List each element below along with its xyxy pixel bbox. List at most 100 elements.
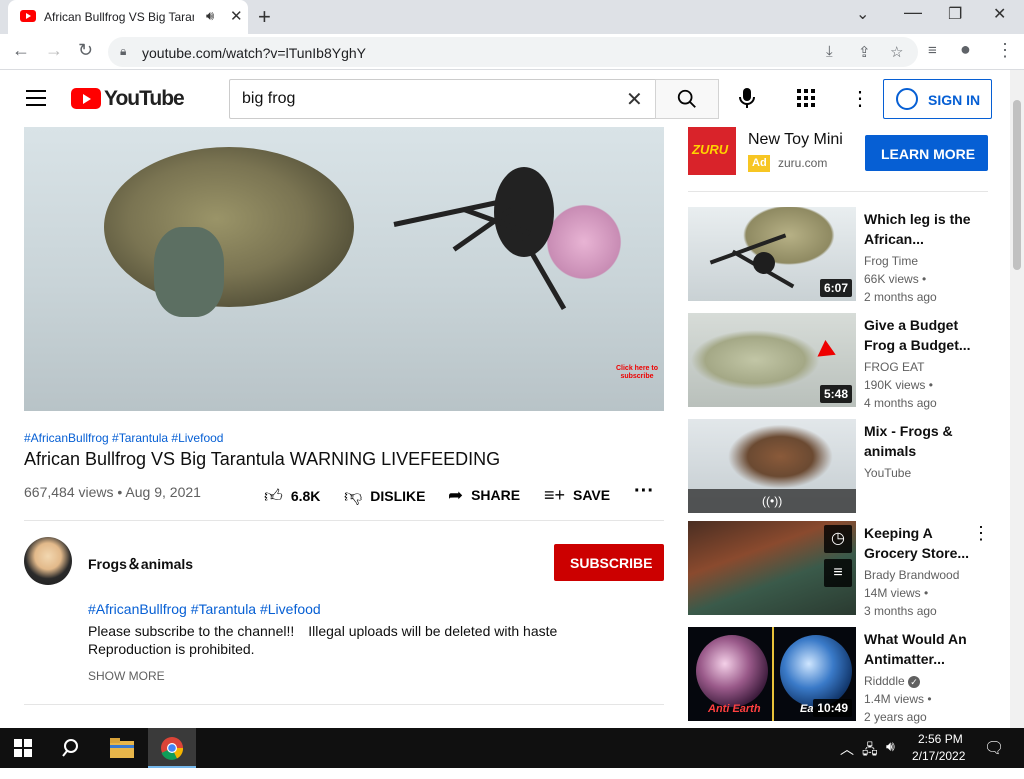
suggestion-item[interactable]: Anti Earth Ea 10:49 What Would An Antima… <box>688 627 998 724</box>
apps-grid-icon[interactable] <box>797 89 815 113</box>
share-button[interactable]: ➦ SHARE <box>448 484 520 505</box>
file-explorer-icon[interactable] <box>110 738 134 778</box>
suggestion-title[interactable]: Give a Budget Frog a Budget... <box>864 315 974 355</box>
suggestion-item[interactable]: ◷ ≡ Keeping A Grocery Store... ⋮ Brady B… <box>688 521 998 618</box>
youtube-play-icon <box>71 88 101 109</box>
clock-time[interactable]: 2:56 PM <box>918 732 963 746</box>
user-circle-icon <box>896 88 918 110</box>
profile-icon[interactable]: ● <box>960 39 971 60</box>
windows-start-icon[interactable] <box>14 739 32 779</box>
divider <box>24 704 664 705</box>
search-button[interactable] <box>655 79 719 119</box>
suggestion-item[interactable]: 5:48 Give a Budget Frog a Budget... FROG… <box>688 313 998 410</box>
live-mix-icon: ((•)) <box>762 494 783 508</box>
channel-name[interactable]: Frogs＆animals <box>88 554 193 574</box>
video-duration: 5:48 <box>819 385 852 403</box>
youtube-logo-text: YouTube <box>104 87 185 110</box>
network-icon[interactable]: 🖧︎ <box>862 739 878 779</box>
scrollbar-thumb[interactable] <box>1013 100 1021 270</box>
watch-later-icon[interactable]: ◷ <box>824 525 852 553</box>
speaker-icon[interactable]: 🔊︎ <box>206 8 214 24</box>
save-label: SAVE <box>573 487 611 503</box>
ad-logo[interactable]: ZURU <box>688 127 736 175</box>
suggestion-thumbnail[interactable]: ◷ ≡ <box>688 521 856 615</box>
ad-title[interactable]: New Toy Mini <box>748 131 843 149</box>
url-text[interactable]: youtube.com/watch?v=lTunIb8YghY <box>142 45 366 61</box>
video-duration: 6:07 <box>819 279 852 297</box>
subscribe-button[interactable]: SUBSCRIBE <box>554 544 664 581</box>
suggestion-item[interactable]: ((•)) Mix - Frogs & animals YouTube <box>688 419 998 515</box>
sign-in-button[interactable]: SIGN IN <box>883 79 992 119</box>
clear-search-icon[interactable]: ✕ <box>626 87 643 112</box>
share-page-icon[interactable]: ⇪ <box>858 43 871 61</box>
suggestion-title[interactable]: Mix - Frogs & animals <box>864 421 974 461</box>
chrome-icon <box>161 737 184 760</box>
suggestion-age: 2 months ago <box>864 290 937 304</box>
suggestion-channel[interactable]: Brady Brandwood <box>864 568 959 582</box>
search-query[interactable]: big frog <box>242 90 295 108</box>
share-label: SHARE <box>471 487 521 503</box>
subscribe-overlay-text[interactable]: Click here to subscribe <box>612 365 662 381</box>
restore-icon[interactable]: ❐ <box>948 4 962 24</box>
show-more-button[interactable]: SHOW MORE <box>88 669 165 683</box>
suggestion-channel[interactable]: Ridddle ✓ <box>864 674 921 688</box>
show-hidden-icons-chevron[interactable]: ︿ <box>840 739 854 779</box>
tab-close-icon[interactable]: ✕ <box>230 7 243 25</box>
search-icon <box>677 89 696 108</box>
bookmark-star-icon[interactable]: ☆ <box>890 43 903 61</box>
suggestion-age: 3 months ago <box>864 604 937 618</box>
learn-more-label: LEARN MORE <box>881 146 976 162</box>
search-input[interactable]: big frog ✕ <box>229 79 656 119</box>
media-queue-icon[interactable]: ≡ <box>928 42 937 59</box>
taskbar-search-icon[interactable] <box>62 738 82 778</box>
reload-icon[interactable]: ↻ <box>78 40 93 61</box>
video-hashtags[interactable]: #AfricanBullfrog #Tarantula #Livefood <box>24 431 223 445</box>
video-player[interactable]: Click here to subscribe <box>24 127 664 411</box>
sign-in-label: SIGN IN <box>928 92 981 108</box>
learn-more-button[interactable]: LEARN MORE <box>865 135 988 171</box>
description-hashtags[interactable]: #AfricanBullfrog #Tarantula #Livefood <box>88 601 321 617</box>
suggestion-thumbnail[interactable]: ((•)) <box>688 419 856 513</box>
clock-date[interactable]: 2/17/2022 <box>912 749 965 763</box>
suggestion-thumbnail[interactable]: 6:07 <box>688 207 856 301</box>
back-arrow-icon[interactable]: ← <box>12 40 30 61</box>
new-tab-icon[interactable]: + <box>258 4 271 30</box>
suggestion-channel[interactable]: FROG EAT <box>864 360 924 374</box>
ad-badge: Ad <box>748 155 770 172</box>
suggestion-item[interactable]: 6:07 Which leg is the African... Frog Ti… <box>688 207 998 304</box>
save-button[interactable]: ≡+ SAVE <box>544 484 610 505</box>
hamburger-menu-icon[interactable] <box>26 90 46 106</box>
suggestion-title[interactable]: Which leg is the African... <box>864 209 974 249</box>
like-count: 6.8K <box>290 488 321 504</box>
address-bar[interactable]: 🔒︎ youtube.com/watch?v=lTunIb8YghY ⤓ ⇪ ☆ <box>108 37 918 67</box>
settings-kebab-icon[interactable]: ⋮ <box>850 86 870 111</box>
video-duration: 10:49 <box>813 699 852 717</box>
dislike-button[interactable]: 👎︎ DISLIKE <box>344 484 426 506</box>
browser-tab[interactable]: African Bullfrog VS Big Taran 🔊︎ ✕ <box>8 0 248 34</box>
like-button[interactable]: 👍︎ 6.8K <box>264 484 320 506</box>
volume-icon[interactable]: 🔊︎ <box>886 738 895 778</box>
suggestion-title[interactable]: What Would An Antimatter... <box>864 629 974 669</box>
tab-title: African Bullfrog VS Big Taran <box>44 10 194 24</box>
chrome-taskbar-button[interactable] <box>148 728 196 768</box>
notification-icon[interactable]: 🗨︎ <box>984 738 1004 778</box>
add-to-queue-icon[interactable]: ≡ <box>824 559 852 587</box>
window-close-icon[interactable]: ✕ <box>993 4 1006 24</box>
chrome-menu-icon[interactable]: ⋮ <box>996 40 1014 61</box>
suggestion-menu-icon[interactable]: ⋮ <box>972 523 990 544</box>
tab-search-chevron-icon[interactable]: ⌄ <box>856 4 869 24</box>
dislike-label: DISLIKE <box>370 488 426 504</box>
microphone-icon[interactable] <box>738 87 756 115</box>
forward-arrow-icon[interactable]: → <box>45 40 63 61</box>
thumbs-up-icon: 👍︎ <box>264 486 283 506</box>
suggestion-thumbnail[interactable]: Anti Earth Ea 10:49 <box>688 627 856 721</box>
channel-avatar[interactable] <box>24 537 72 585</box>
install-icon[interactable]: ⤓ <box>826 43 833 60</box>
suggestion-title[interactable]: Keeping A Grocery Store... <box>864 523 974 563</box>
more-actions-icon[interactable]: ··· <box>634 480 654 503</box>
minimize-icon[interactable]: — <box>904 2 922 23</box>
suggestion-thumbnail[interactable]: 5:48 <box>688 313 856 407</box>
suggestion-channel[interactable]: YouTube <box>864 466 911 480</box>
page-scrollbar[interactable] <box>1010 70 1024 728</box>
suggestion-channel[interactable]: Frog Time <box>864 254 918 268</box>
